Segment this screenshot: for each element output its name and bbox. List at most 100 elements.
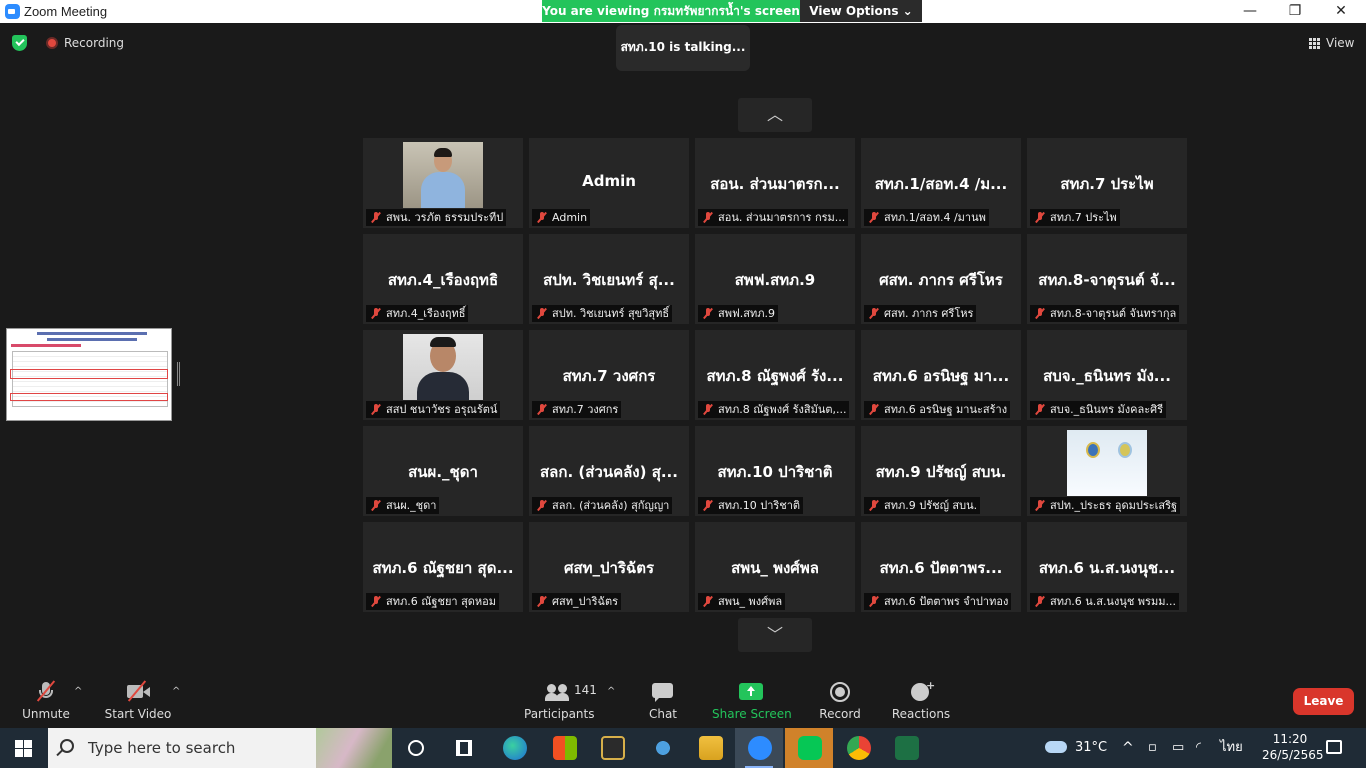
taskbar-file-explorer[interactable] [686,728,734,768]
taskbar-line[interactable] [785,728,833,768]
tray-chevron-icon[interactable]: ^ [1122,728,1134,768]
participant-tile[interactable]: สทภ.10 ปาริชาติ สทภ.10 ปาริชาติ [695,426,855,516]
participant-name-label: สทภ.9 ปรัชญ์ สบน. [864,497,981,514]
participants-options-caret-icon[interactable]: ^ [607,686,615,697]
participant-tile[interactable]: สทภ.6 อรนิษฐ มา... สทภ.6 อรนิษฐ มานะสร้าง [861,330,1021,420]
encryption-shield-icon[interactable] [12,35,27,51]
minimize-button[interactable]: — [1227,0,1273,22]
muted-mic-icon [1035,596,1045,607]
view-button[interactable]: View [1309,36,1354,50]
participant-display-name: สลก. (ส่วนคลัง) สุ... [540,463,678,481]
unmute-button[interactable]: Unmute [16,676,76,728]
notification-icon[interactable] [1326,740,1342,754]
participant-name-label: สบจ._ธนินทร มังคละศิรี [1030,401,1167,418]
page-up-button[interactable]: ︿ [738,98,812,132]
temperature[interactable]: 31°C [1075,728,1107,768]
participant-name-label: สพฟ.สทภ.9 [698,305,778,322]
participant-tile[interactable]: สทภ.6 น.ส.นงนุช... สทภ.6 น.ส.นงนุช พรมม..… [1027,522,1187,612]
close-button[interactable]: ✕ [1318,0,1364,22]
tray-devices-icon[interactable]: ▫ [1148,728,1157,768]
participant-tile[interactable]: สปท._ประธร อุดมประเสริฐ [1027,426,1187,516]
participant-name-text: สทภ.4_เรืองฤทธิ์ [386,307,466,320]
participant-tile[interactable]: สทภ.4_เรืองฤทธิ สทภ.4_เรืองฤทธิ์ [363,234,523,324]
taskbar-chrome[interactable] [834,728,882,768]
taskbar-store[interactable] [540,728,588,768]
view-options-button[interactable]: View Options ⌄ [800,0,922,22]
participant-name-text: สทภ.7 ประไพ [1050,211,1117,224]
folder-icon [699,736,723,760]
participant-tile[interactable]: สพน. วรภัต ธรรมประทีป [363,138,523,228]
participant-tile[interactable]: สทภ.1/สอท.4 /ม... สทภ.1/สอท.4 /มานพ [861,138,1021,228]
participant-display-name: สทภ.6 อรนิษฐ มา... [872,367,1010,385]
participant-name-text: สบจ._ธนินทร มังคละศิรี [1050,403,1164,416]
participant-tile[interactable]: ศสท. ภากร ศรีโหร ศสท. ภากร ศรีโหร [861,234,1021,324]
shared-screen-thumbnail[interactable] [6,328,172,421]
participant-tile[interactable]: สปท. วิชเยนทร์ สุ... สปท. วิชเยนทร์ สุขวิ… [529,234,689,324]
participant-tile[interactable]: สลก. (ส่วนคลัง) สุ... สลก. (ส่วนคลัง) สุก… [529,426,689,516]
language-indicator[interactable]: ไทย [1220,728,1243,768]
clock-date: 26/5/2565 [1262,748,1324,762]
participant-tile[interactable]: สพน_ พงศ์พล สพน_ พงศ์พล [695,522,855,612]
participant-tile[interactable]: สทภ.7 ประไพ สทภ.7 ประไพ [1027,138,1187,228]
view-button-label: View [1326,36,1355,50]
cortana-button[interactable] [392,728,440,768]
reactions-button[interactable]: + Reactions [890,676,952,728]
participant-tile[interactable]: สทภ.8-จาตุรนต์ จั... สทภ.8-จาตุรนต์ จันทร… [1027,234,1187,324]
participant-tile[interactable]: สพฟ.สทภ.9 สพฟ.สทภ.9 [695,234,855,324]
participant-tile[interactable]: ศสท_ปาริฉัตร ศสท_ปาริฉัตร [529,522,689,612]
taskbar-edge[interactable] [490,728,538,768]
participant-count: 141 [574,683,597,697]
taskbar-zoom[interactable] [735,728,783,768]
participant-name-text: ศสท. ภากร ศรีโหร [884,307,974,320]
taskbar-search-input[interactable]: Type here to search [48,728,392,768]
task-view-button[interactable] [440,728,488,768]
participant-tile[interactable]: สทภ.9 ปรัชญ์ สบน. สทภ.9 ปรัชญ์ สบน. [861,426,1021,516]
muted-mic-icon [1035,212,1045,223]
participant-video [403,334,483,400]
doc-highlight-line [11,344,81,347]
taskbar-movie-app[interactable] [588,728,636,768]
participant-tile[interactable]: สสป ชนาวัชร อรุณรัตน์ [363,330,523,420]
participant-tile[interactable]: สทภ.7 วงศกร สทภ.7 วงศกร [529,330,689,420]
participant-tile[interactable]: สอน. ส่วนมาตรก... สอน. ส่วนมาตรการ กรม... [695,138,855,228]
audio-options-caret-icon[interactable]: ^ [74,686,82,697]
participant-tile[interactable]: สทภ.8 ณัฐพงศ์ รัง... สทภ.8 ณัฐพงศ์ รังสิม… [695,330,855,420]
page-down-button[interactable]: ﹀ [738,618,812,652]
participant-tile[interactable]: สนผ._ชุดา สนผ._ชุดา [363,426,523,516]
participant-display-name: สพน_ พงศ์พล [731,559,819,577]
participant-tile[interactable]: สทภ.6 ปัตตาพร... สทภ.6 ปัตตาพร จำปาทอง [861,522,1021,612]
taskbar-search-app[interactable] [638,728,686,768]
window-title: Zoom Meeting [24,4,108,19]
participant-display-name: สทภ.7 ประไพ [1060,175,1154,193]
chat-button[interactable]: Chat [640,676,686,728]
participant-name-text: สทภ.6 อรนิษฐ มานะสร้าง [884,403,1008,416]
participant-display-name: สทภ.6 น.ส.นงนุช... [1038,559,1176,577]
participant-tile[interactable]: สบจ._ธนินทร มัง... สบจ._ธนินทร มังคละศิรี [1027,330,1187,420]
participant-name-text: สปท._ประธร อุดมประเสริฐ [1050,499,1178,512]
video-options-caret-icon[interactable]: ^ [172,686,180,697]
taskbar-excel[interactable] [882,728,930,768]
muted-mic-icon [1035,308,1045,319]
participant-display-name: สทภ.9 ปรัชญ์ สบน. [875,463,1007,481]
muted-mic-icon [537,596,547,607]
battery-icon[interactable]: ▭ [1172,728,1184,768]
system-clock[interactable]: 11:20 26/5/2565 [1262,731,1324,763]
participant-tile[interactable]: สทภ.6 ณัฐชยา สุด... สทภ.6 ณัฐชยา สุดหอม [363,522,523,612]
maximize-button[interactable]: ❐ [1272,0,1318,22]
wifi-icon[interactable]: ◜ [1196,728,1201,768]
windows-taskbar: Type here to search 31°C ^ ▫ ▭ ◜ ไทย 11:… [0,728,1366,768]
splitter-handle[interactable] [177,362,180,386]
weather-cloud-icon[interactable] [1045,741,1067,753]
participant-tile[interactable]: Admin Admin [529,138,689,228]
meeting-toolbar: Unmute ^ Start Video ^ Participants 141 … [0,676,1366,728]
leave-button[interactable]: Leave [1293,688,1354,715]
start-video-button[interactable]: Start Video [104,676,172,728]
muted-mic-icon [371,212,381,223]
cortana-icon [408,740,424,756]
windows-start-icon[interactable] [15,740,32,757]
microphone-muted-icon [33,680,59,702]
task-view-icon [456,740,472,756]
record-button[interactable]: Record [812,676,868,728]
share-screen-button[interactable]: Share Screen [712,676,792,728]
participants-label: Participants [524,707,595,721]
